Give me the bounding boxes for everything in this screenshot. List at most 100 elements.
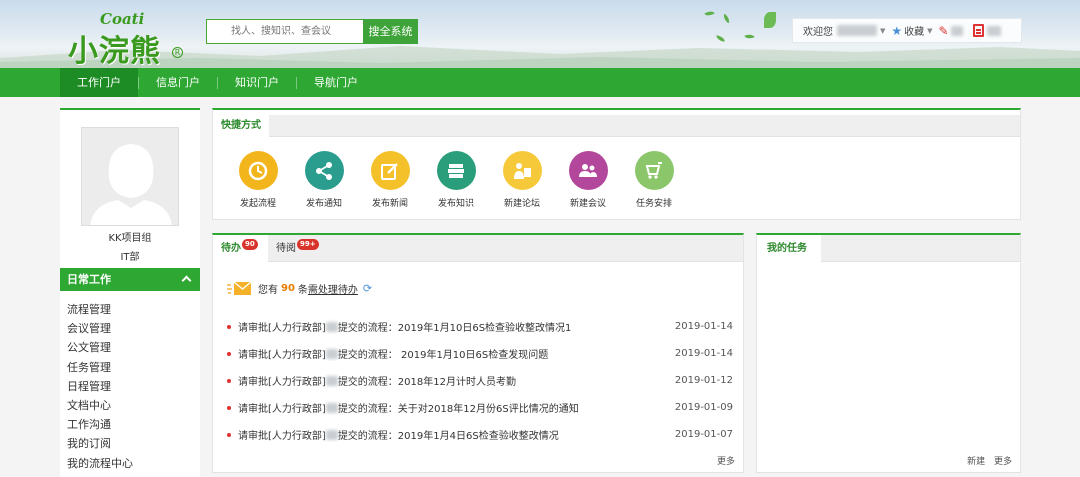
books-icon: [436, 151, 476, 190]
shortcuts-panel: 快捷方式 发起流程 发布通知 发布新闻 发布知识 新建论坛 新建会议 任务安排: [212, 108, 1021, 220]
logo-cn: 小浣熊: [68, 34, 161, 68]
my-tasks-panel: 我的任务 新建 更多: [756, 233, 1021, 473]
bullet-icon: [227, 405, 231, 410]
menu-item-my-process-center[interactable]: 我的流程中心: [67, 454, 133, 473]
menu-item-task[interactable]: 任务管理: [67, 358, 133, 377]
todo-title: 请审批[人力行政部] 提交的流程：2019年1月4日6S检查验收整改情况: [238, 430, 559, 442]
flow-icon: [238, 151, 278, 190]
tab-to-read-label: 待阅: [276, 243, 296, 254]
todo-title: 请审批[人力行政部] 提交的流程：2018年12月计时人员考勤: [238, 376, 516, 388]
sidebar: KK项目组 IT部 日常工作 流程管理 会议管理 公文管理 任务管理 日程管理 …: [60, 108, 200, 477]
star-icon[interactable]: ★: [891, 24, 902, 38]
shortcut-label: 发起流程: [239, 199, 276, 209]
chevron-up-icon[interactable]: [181, 275, 192, 286]
shortcut-start-process[interactable]: 发起流程: [225, 151, 291, 209]
leaf-decoration: [764, 12, 776, 28]
nav-item-work-portal[interactable]: 工作门户: [60, 68, 138, 97]
nav-item-knowledge-portal[interactable]: 知识门户: [218, 68, 296, 97]
todo-count-badge: 90: [242, 239, 258, 250]
shortcut-label: 发布知识: [437, 199, 474, 209]
shortcut-task-arrangement[interactable]: 任务安排: [621, 151, 687, 209]
todo-date: 2019-01-14: [674, 348, 733, 359]
todo-date: 2019-01-14: [674, 321, 733, 332]
avatar[interactable]: [81, 127, 179, 226]
shortcut-new-forum[interactable]: 新建论坛: [489, 151, 555, 209]
notebook-icon[interactable]: [972, 24, 984, 37]
todo-tabs: 待办 90 待阅 99+: [213, 235, 743, 262]
submitter-blurred: [325, 349, 338, 359]
todo-row[interactable]: 请审批[人力行政部] 提交的流程： 2019年1月10日6S检查发现问题 2019…: [227, 340, 733, 367]
notice-prefix: 您有: [258, 284, 278, 296]
todo-more-link[interactable]: 更多: [717, 454, 735, 467]
tab-my-tasks[interactable]: 我的任务: [757, 235, 821, 262]
leaf-decoration: [704, 9, 715, 18]
shortcut-list: 发起流程 发布通知 发布新闻 发布知识 新建论坛 新建会议 任务安排: [225, 151, 687, 209]
search-bar: 搜全系统: [206, 19, 418, 44]
tab-todo[interactable]: 待办 90: [213, 235, 268, 262]
shortcut-publish-knowledge[interactable]: 发布知识: [423, 151, 489, 209]
todo-list: 请审批[人力行政部] 提交的流程：2019年1月10日6S检查验收整改情况1 20…: [227, 313, 733, 448]
pending-todo-link[interactable]: 需处理待办: [308, 281, 358, 296]
welcome-text: 欢迎您: [803, 27, 833, 38]
todo-date: 2019-01-09: [674, 402, 733, 413]
registered-mark: R: [172, 47, 183, 58]
tasks-tabs: 我的任务: [757, 235, 1020, 262]
todo-row[interactable]: 请审批[人力行政部] 提交的流程：2019年1月4日6S检查验收整改情况 2019…: [227, 421, 733, 448]
search-input[interactable]: [206, 19, 363, 44]
bullet-icon: [227, 351, 231, 356]
menu-item-process[interactable]: 流程管理: [67, 300, 133, 319]
shortcut-label: 新建会议: [569, 199, 606, 209]
nav-item-info-portal[interactable]: 信息门户: [139, 68, 217, 97]
tab-todo-label: 待办: [221, 243, 241, 254]
tasks-more-link[interactable]: 更多: [994, 457, 1012, 467]
logo[interactable]: Coati 小浣熊 R: [68, 10, 188, 68]
chevron-down-icon[interactable]: ▼: [880, 27, 885, 35]
notice-mid: 条: [297, 284, 308, 296]
shortcut-label: 发布新闻: [371, 199, 408, 209]
refresh-icon[interactable]: ⟳: [363, 282, 372, 295]
tab-shortcuts[interactable]: 快捷方式: [213, 115, 269, 137]
task-icon: [634, 151, 674, 190]
shortcut-new-meeting[interactable]: 新建会议: [555, 151, 621, 209]
todo-row[interactable]: 请审批[人力行政部] 提交的流程：2019年1月10日6S检查验收整改情况1 20…: [227, 313, 733, 340]
shortcut-label: 发布通知: [305, 199, 342, 209]
to-read-count-badge: 99+: [297, 239, 319, 250]
submitter-blurred: [325, 376, 338, 386]
daily-work-header[interactable]: 日常工作: [60, 268, 200, 291]
menu-item-subscriptions[interactable]: 我的订阅: [67, 434, 133, 453]
tasks-footer: 新建 更多: [961, 454, 1012, 467]
todo-title: 请审批[人力行政部] 提交的流程：关于对2018年12月份6S评比情况的通知: [238, 403, 579, 415]
favorites-link[interactable]: 收藏: [904, 23, 924, 38]
submitter-blurred: [325, 322, 338, 332]
nav-item-navigation-portal[interactable]: 导航门户: [297, 68, 375, 97]
shortcut-publish-notice[interactable]: 发布通知: [291, 151, 357, 209]
todo-panel: 待办 90 待阅 99+ 您有 90 条 需处理待办 ⟳ 请审批[人力行政部] 提交的…: [212, 233, 744, 473]
menu-item-communication[interactable]: 工作沟通: [67, 415, 133, 434]
notice-count: 90: [281, 282, 295, 294]
todo-row[interactable]: 请审批[人力行政部] 提交的流程：关于对2018年12月份6S评比情况的通知 20…: [227, 394, 733, 421]
forum-icon: [502, 151, 542, 190]
envelope-icon: [227, 281, 252, 295]
menu-item-document[interactable]: 公文管理: [67, 338, 133, 357]
main-nav: 工作门户 信息门户 知识门户 导航门户: [0, 68, 1080, 97]
menu-item-schedule[interactable]: 日程管理: [67, 377, 133, 396]
notebook-label-blurred: [986, 25, 1001, 36]
search-button[interactable]: 搜全系统: [363, 19, 418, 44]
todo-notice: 您有 90 条 需处理待办 ⟳: [227, 280, 372, 296]
bullet-icon: [227, 432, 231, 437]
todo-row[interactable]: 请审批[人力行政部] 提交的流程：2018年12月计时人员考勤 2019-01-1…: [227, 367, 733, 394]
pen-icon[interactable]: ✎: [939, 24, 949, 38]
shortcuts-tab-strip: 快捷方式: [213, 115, 1020, 137]
leaf-decoration: [721, 13, 732, 24]
tab-to-read[interactable]: 待阅 99+: [268, 235, 328, 262]
menu-item-meeting[interactable]: 会议管理: [67, 319, 133, 338]
daily-work-title: 日常工作: [67, 273, 111, 286]
user-name-blurred: [837, 25, 877, 36]
new-task-link[interactable]: 新建: [967, 457, 985, 467]
todo-title: 请审批[人力行政部] 提交的流程：2019年1月10日6S检查验收整改情况1: [238, 322, 572, 334]
avatar-placeholder-icon: [82, 128, 178, 225]
menu-item-file-center[interactable]: 文档中心: [67, 396, 133, 415]
meeting-icon: [568, 151, 608, 190]
chevron-down-icon[interactable]: ▼: [927, 27, 932, 35]
shortcut-publish-news[interactable]: 发布新闻: [357, 151, 423, 209]
